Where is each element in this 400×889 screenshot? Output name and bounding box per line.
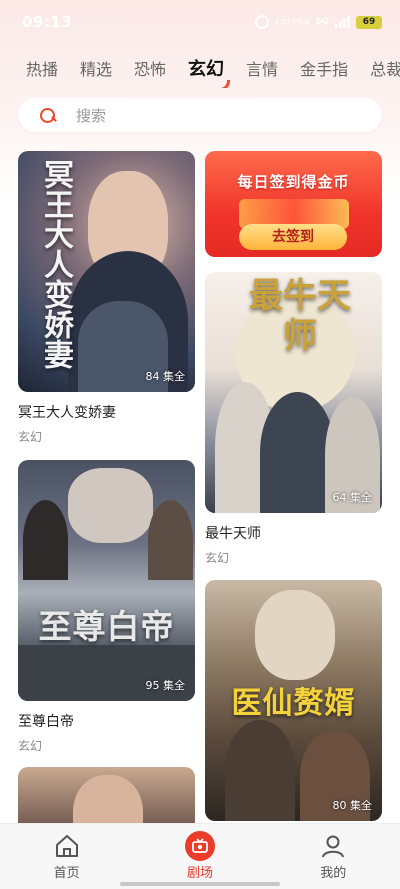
- nav-profile[interactable]: 我的: [293, 832, 373, 881]
- checkin-banner[interactable]: 每日签到得金币 去签到: [205, 151, 382, 257]
- home-indicator[interactable]: [120, 882, 280, 886]
- status-time: 09:13: [22, 13, 73, 31]
- nav-home-label: 首页: [53, 866, 80, 881]
- nav-home[interactable]: 首页: [27, 832, 107, 881]
- nav-profile-label: 我的: [320, 866, 347, 881]
- drama-title: 冥王大人变娇妻: [18, 405, 116, 421]
- tab-horror[interactable]: 恐怖: [134, 56, 166, 80]
- profile-icon: [293, 832, 373, 860]
- episode-count: 80 集全: [332, 799, 373, 812]
- drama-card[interactable]: 冥王大人变娇妻 84 集全 冥王大人变娇妻 玄幻: [18, 151, 195, 445]
- poster-title-text: 医仙赘婿: [231, 686, 356, 721]
- checkin-button[interactable]: 去签到: [239, 224, 347, 250]
- poster-title-text: 至尊白帝: [38, 607, 175, 646]
- search-icon: [38, 106, 56, 124]
- search-input[interactable]: 搜索: [76, 105, 106, 126]
- net-speed: 2.50 MB/s: [274, 18, 310, 26]
- banner-title: 每日签到得金币: [237, 173, 350, 191]
- drama-title: 至尊白帝: [18, 714, 74, 730]
- tab-hot[interactable]: 热播: [26, 56, 58, 80]
- drama-poster[interactable]: 最牛天师 64 集全: [205, 272, 382, 513]
- drama-genre: 玄幻: [205, 551, 230, 565]
- episode-count: 95 集全: [145, 679, 186, 692]
- nav-theater-icon-wrap: [160, 831, 240, 861]
- tab-golden-finger[interactable]: 金手指: [300, 56, 348, 80]
- category-tabs: 热播 精选 恐怖 玄幻 言情 金手指 总裁: [0, 48, 400, 88]
- drama-genre: 玄幻: [18, 430, 43, 444]
- tab-fantasy[interactable]: 玄幻: [188, 55, 231, 88]
- drama-poster[interactable]: 冥王大人变娇妻 84 集全: [18, 151, 195, 392]
- nav-theater-label: 剧场: [186, 866, 213, 881]
- battery-indicator: 69: [356, 15, 382, 29]
- drama-card[interactable]: 最牛天师 64 集全 最牛天师 玄幻: [205, 272, 382, 566]
- bottom-nav: 首页 剧场 我的: [0, 823, 400, 889]
- home-icon: [27, 832, 107, 860]
- network-type: 5G: [315, 17, 329, 27]
- drama-card[interactable]: 医仙赘婿 80 集全: [205, 580, 382, 821]
- tab-romance[interactable]: 言情: [246, 56, 278, 80]
- episode-count: 64 集全: [332, 491, 373, 504]
- drama-poster[interactable]: 医仙赘婿 80 集全: [205, 580, 382, 821]
- alarm-icon: [254, 15, 269, 29]
- tab-ceo[interactable]: 总裁: [370, 56, 400, 80]
- drama-card[interactable]: 至尊白帝 95 集全 至尊白帝 玄幻: [18, 460, 195, 754]
- search-bar[interactable]: 搜索: [18, 98, 382, 132]
- drama-poster[interactable]: 至尊白帝 95 集全: [18, 460, 195, 701]
- poster-title-text: 冥王大人变娇妻: [38, 159, 73, 369]
- signal-icon: [335, 16, 350, 28]
- nav-theater[interactable]: 剧场: [160, 831, 240, 881]
- theater-icon: [184, 831, 215, 861]
- status-icons: 2.50 MB/s 5G 69: [254, 15, 382, 29]
- drama-title: 最牛天师: [205, 526, 261, 542]
- drama-genre: 玄幻: [18, 739, 43, 753]
- poster-title-text: 最牛天师: [249, 276, 351, 356]
- status-bar: 09:13 2.50 MB/s 5G 69: [0, 0, 400, 44]
- tab-featured[interactable]: 精选: [80, 56, 112, 80]
- episode-count: 84 集全: [145, 370, 186, 383]
